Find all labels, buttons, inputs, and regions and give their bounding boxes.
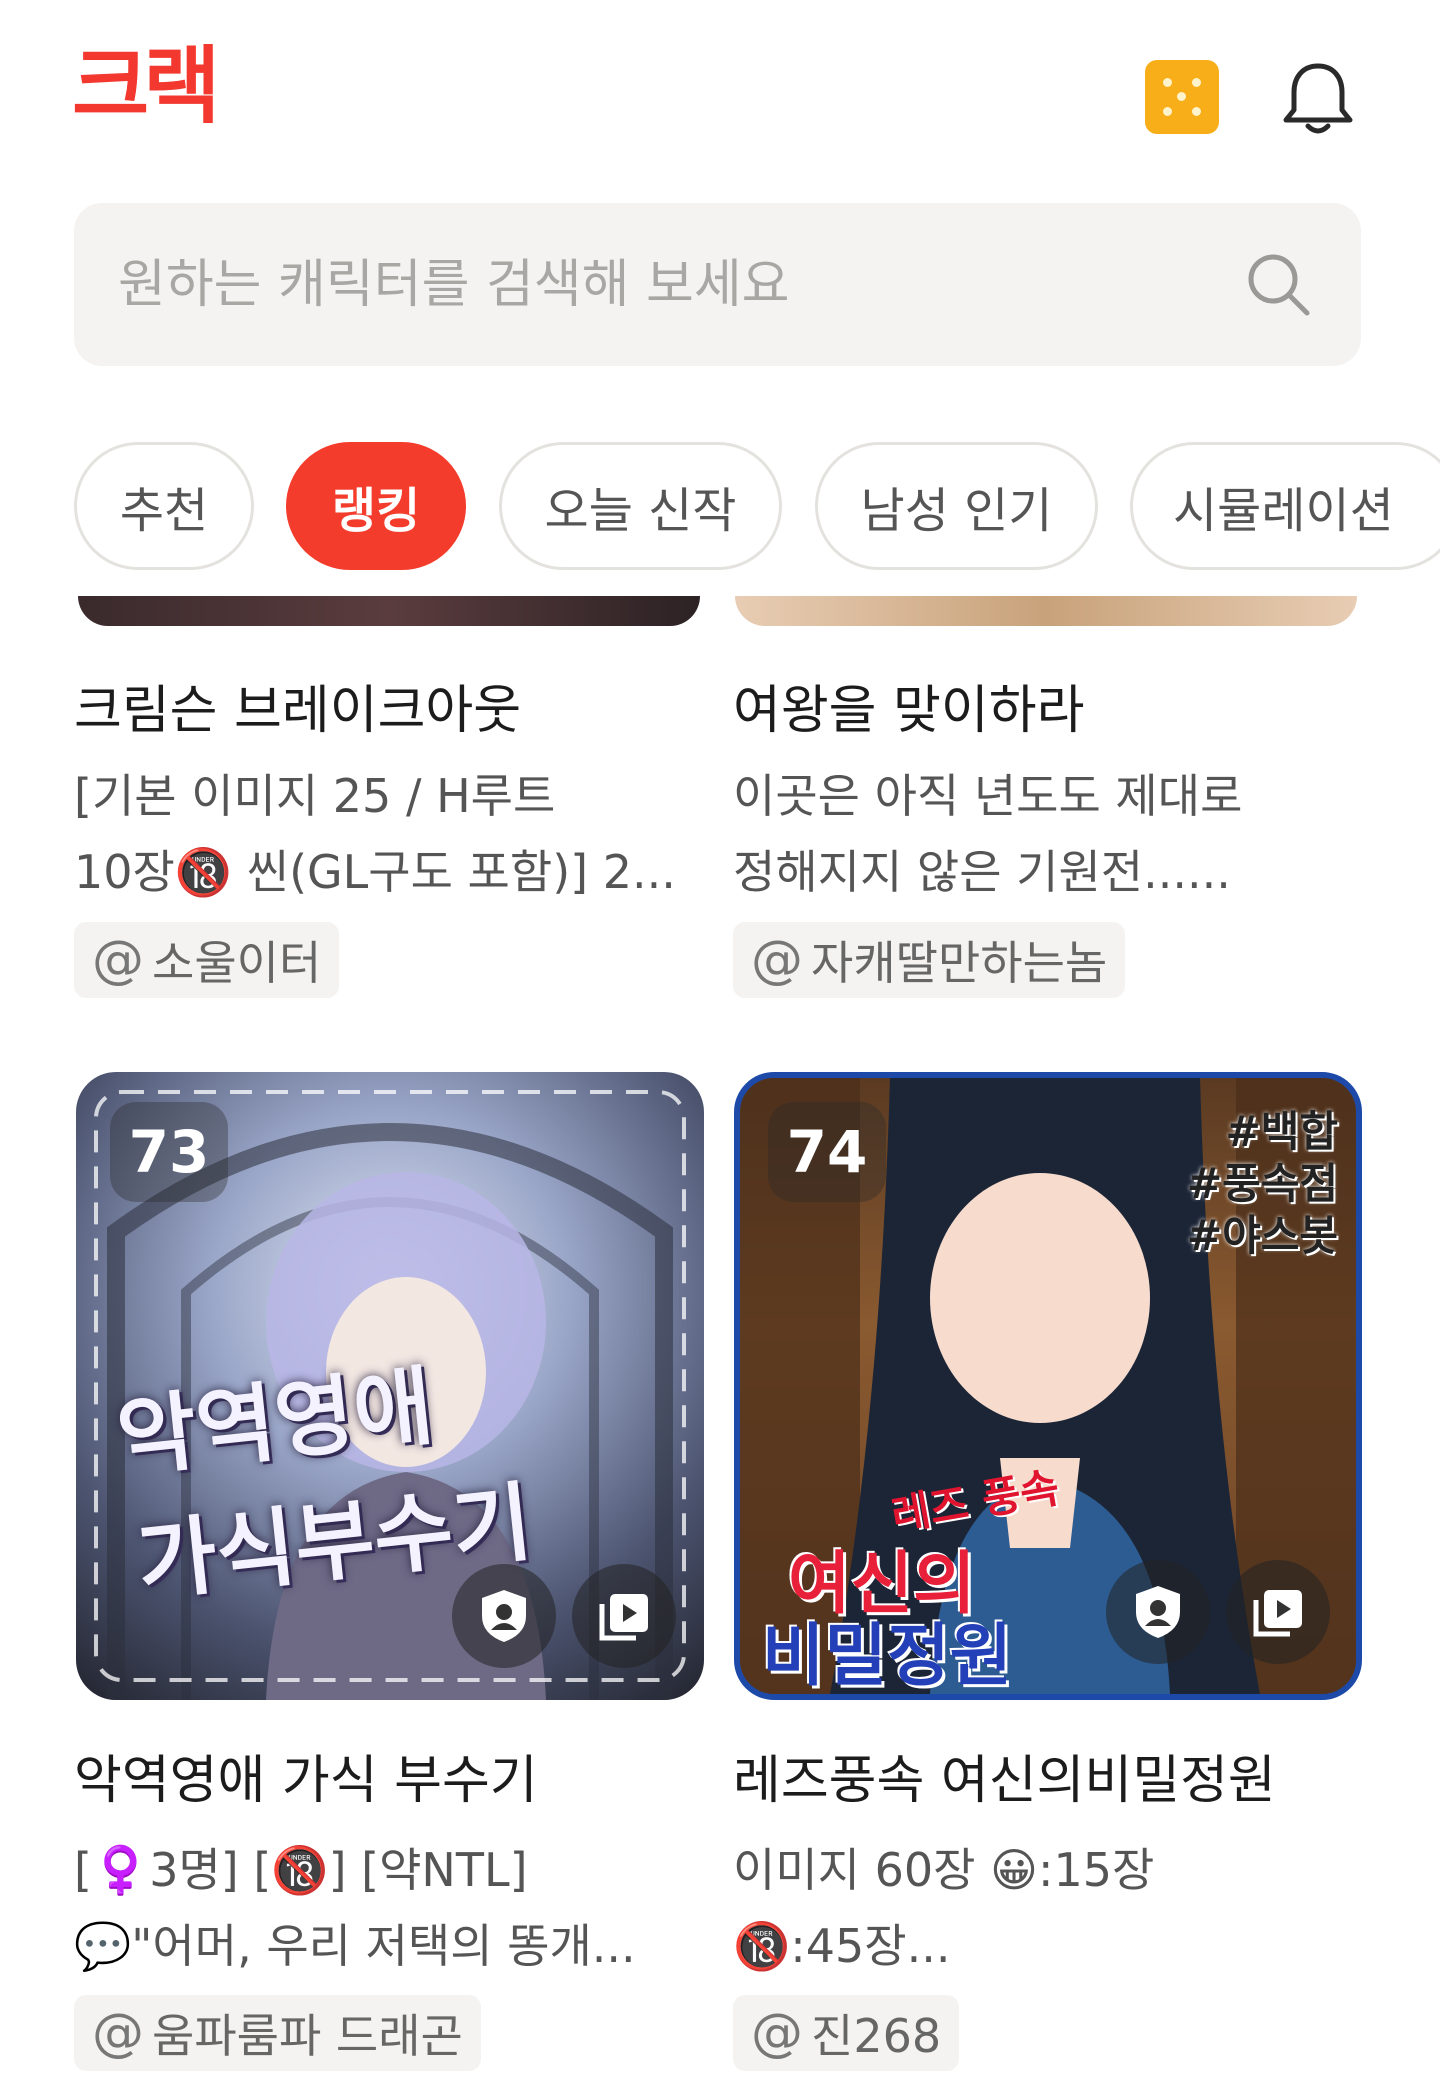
card-description: 이곳은 아직 년도도 제대로 정해지지 않은 기원전......	[733, 758, 1373, 910]
author-name: 자캐딸만하는놈	[811, 936, 1108, 990]
desc-line: [기본 이미지 25 / H루트	[74, 769, 556, 823]
category-tabs: 추천 랭킹 오늘 신작 남성 인기 시뮬레이션	[74, 442, 1440, 570]
search-input[interactable]	[118, 203, 1198, 366]
search-bar	[74, 203, 1361, 366]
at-icon: @	[92, 2003, 144, 2063]
author-chip[interactable]: @ 자캐딸만하는놈	[733, 922, 1126, 998]
desc-line: 이곳은 아직 년도도 제대로	[733, 769, 1243, 823]
author-chip[interactable]: @ 진268	[733, 1995, 960, 2071]
author-chip[interactable]: @ 소울이터	[74, 922, 340, 998]
tab-today-new[interactable]: 오늘 신작	[499, 442, 782, 570]
tab-ranking[interactable]: 랭킹	[286, 442, 466, 570]
card-description: 이미지 60장 😀:15장 🔞:45장...	[733, 1832, 1373, 1984]
cookie-coin-icon[interactable]	[1145, 60, 1219, 134]
tab-simulation[interactable]: 시뮬레이션	[1130, 442, 1440, 570]
tab-recommended[interactable]: 추천	[74, 442, 254, 570]
gallery-play-icon[interactable]	[1226, 1560, 1330, 1664]
desc-line: [♀️3명] [🔞] [약NTL]	[74, 1843, 528, 1897]
card-description: [기본 이미지 25 / H루트 10장🔞 씬(GL구도 포함)] 2...	[74, 758, 714, 910]
card-title[interactable]: 여왕을 맞이하라	[733, 668, 1084, 743]
author-name: 움파룸파 드래곤	[152, 2009, 463, 2063]
author-name: 진268	[811, 2009, 942, 2063]
search-icon[interactable]	[1243, 249, 1313, 319]
desc-line: 10장🔞 씬(GL구도 포함)] 2...	[74, 845, 676, 899]
tab-male-popular[interactable]: 남성 인기	[815, 442, 1098, 570]
card-thumbnail[interactable]	[78, 596, 700, 626]
card-title[interactable]: 악역영애 가식 부수기	[74, 1738, 538, 1813]
author-chip[interactable]: @ 움파룸파 드래곤	[74, 1995, 481, 2071]
author-name: 소울이터	[152, 936, 322, 990]
thumbnail-tag: #야스봇	[1186, 1211, 1338, 1260]
card-description: [♀️3명] [🔞] [약NTL] 💬"어머, 우리 저택의 똥개...	[74, 1832, 714, 1984]
app-header: 크랙	[0, 0, 1440, 190]
desc-line: 🔞:45장...	[733, 1919, 951, 1973]
card-thumbnail[interactable]: 74 #백합 #풍속점 #야스봇 레즈 풍속 여신의 비밀정원	[734, 1072, 1362, 1700]
rank-badge: 74	[768, 1102, 886, 1202]
at-icon: @	[751, 930, 803, 990]
card-thumbnail[interactable]	[735, 596, 1357, 626]
desc-line: 💬"어머, 우리 저택의 똥개...	[74, 1919, 636, 1973]
app-logo[interactable]: 크랙	[72, 44, 221, 128]
rank-badge: 73	[110, 1102, 228, 1202]
profile-shield-icon[interactable]	[1106, 1560, 1210, 1664]
desc-line: 이미지 60장 😀:15장	[733, 1843, 1155, 1897]
card-title[interactable]: 크림슨 브레이크아웃	[74, 668, 521, 743]
at-icon: @	[751, 2003, 803, 2063]
gallery-play-icon[interactable]	[572, 1564, 676, 1668]
card-thumbnail[interactable]: 73 악역영애 가식부수기	[76, 1072, 704, 1700]
at-icon: @	[92, 930, 144, 990]
desc-line: 정해지지 않은 기원전......	[733, 845, 1231, 899]
card-title[interactable]: 레즈풍속 여신의비밀정원	[733, 1738, 1276, 1813]
profile-shield-icon[interactable]	[452, 1564, 556, 1668]
thumbnail-art-title: 비밀정원	[762, 1616, 1013, 1696]
bell-icon[interactable]	[1280, 58, 1356, 138]
